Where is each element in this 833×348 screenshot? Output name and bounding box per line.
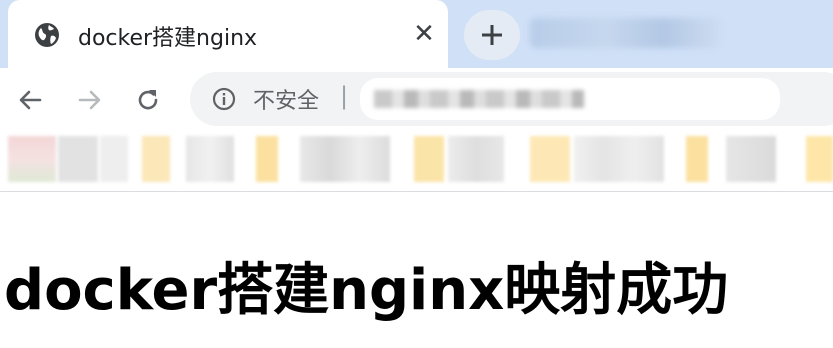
page-content: docker搭建nginx映射成功 <box>0 193 833 348</box>
bookmark-item[interactable] <box>256 136 278 182</box>
bookmark-item[interactable] <box>686 136 708 182</box>
tab-title: docker搭建nginx <box>78 26 258 51</box>
page-heading: docker搭建nginx映射成功 <box>4 258 729 323</box>
bookmark-item[interactable] <box>300 136 390 182</box>
url-separator: | <box>340 82 349 110</box>
globe-icon <box>34 22 60 48</box>
bookmark-item[interactable] <box>726 136 776 182</box>
url-text-blurred[interactable] <box>360 78 780 120</box>
forward-arrow-icon <box>78 90 101 110</box>
new-tab-button[interactable] <box>464 10 520 60</box>
bookmarks-bar <box>0 130 833 192</box>
bookmark-item[interactable] <box>414 136 444 182</box>
bookmark-item[interactable] <box>100 136 128 182</box>
bookmark-item[interactable] <box>448 136 504 182</box>
reload-button[interactable] <box>128 80 168 120</box>
bookmark-item[interactable] <box>142 136 170 182</box>
address-bar[interactable]: 不安全 | <box>190 72 833 126</box>
bookmark-item[interactable] <box>574 136 664 182</box>
tab-close-icon[interactable]: ✕ <box>408 18 440 50</box>
back-arrow-icon <box>19 90 42 110</box>
bookmark-item[interactable] <box>186 136 234 182</box>
info-icon[interactable] <box>212 87 236 111</box>
back-button[interactable] <box>10 80 50 120</box>
bookmark-item[interactable] <box>530 136 570 182</box>
background-tab-blurred[interactable] <box>530 18 720 48</box>
bookmark-folder-icon[interactable] <box>806 136 833 182</box>
security-label: 不安全 <box>253 89 320 114</box>
plus-icon <box>482 25 502 45</box>
tab-strip: docker搭建nginx ✕ <box>0 0 833 68</box>
bookmark-item[interactable] <box>8 136 56 182</box>
bookmark-item[interactable] <box>58 136 98 182</box>
forward-button[interactable] <box>70 80 110 120</box>
browser-toolbar: 不安全 | <box>0 68 833 130</box>
reload-icon <box>138 90 158 110</box>
active-tab[interactable]: docker搭建nginx ✕ <box>8 0 448 68</box>
